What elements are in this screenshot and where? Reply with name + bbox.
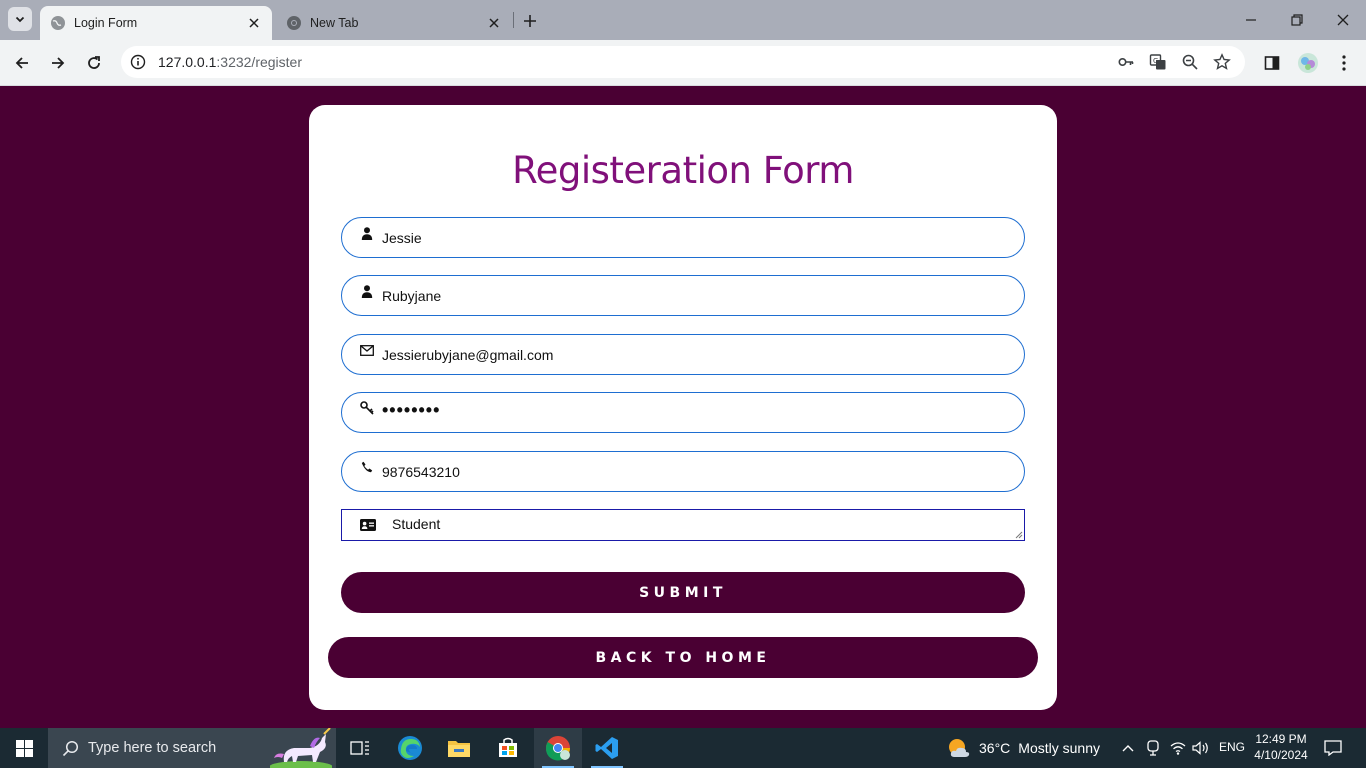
phone-icon [360,460,374,474]
page-title: Registeration Form [512,149,854,192]
windows-taskbar: Type here to search 36°C Mostly sunny EN… [0,728,1366,768]
password-masked-value: •••••••• [382,400,441,420]
close-tab-icon[interactable] [484,13,504,33]
windows-start-icon[interactable] [0,728,48,768]
system-clock[interactable]: 12:49 PM 4/10/2024 [1252,731,1310,763]
wifi-icon[interactable] [1168,738,1188,758]
speaker-icon[interactable] [1191,738,1211,758]
id-card-icon [360,518,376,532]
profile-avatar-icon[interactable] [1296,51,1320,75]
back-arrow-icon[interactable] [6,47,38,79]
zoom-icon[interactable] [1180,52,1200,72]
phone-value: 9876543210 [382,464,460,480]
tab-new-tab[interactable]: New Tab [276,6,512,40]
user-icon [360,226,374,240]
password-field[interactable]: •••••••• [341,392,1025,433]
taskbar-search-box[interactable]: Type here to search [48,728,336,768]
envelope-icon [360,343,374,357]
site-info-icon[interactable] [122,46,154,78]
search-placeholder: Type here to search [88,740,217,756]
tab-login-form[interactable]: Login Form [40,6,272,40]
microsoft-store-icon[interactable] [484,728,532,768]
clock-time: 12:49 PM [1255,732,1307,746]
phone-field[interactable]: 9876543210 [341,451,1025,492]
close-window-icon[interactable] [1320,0,1366,40]
clock-date: 4/10/2024 [1254,748,1308,762]
key-icon[interactable] [1116,52,1136,72]
weather-widget[interactable]: 36°C Mostly sunny [946,728,1100,768]
tab-label: Login Form [74,16,138,30]
role-value: Student [392,516,441,532]
notification-icon[interactable] [1322,738,1344,758]
new-tab-plus-icon[interactable] [518,9,542,33]
role-textarea[interactable]: Student [341,509,1025,541]
tab-separator [513,12,514,28]
edge-icon[interactable] [386,728,434,768]
globe-icon [50,15,66,31]
browser-toolbar: 127.0.0.1:3232/register G [0,40,1366,86]
url-path: :3232/register [216,54,302,70]
forward-arrow-icon[interactable] [42,47,74,79]
key-icon [360,401,374,415]
email-value: Jessierubyjane@gmail.com [382,347,554,363]
url-text: 127.0.0.1:3232/register [158,54,302,70]
restore-icon[interactable] [1274,0,1320,40]
chrome-taskbar-icon[interactable] [534,728,582,768]
browser-tab-bar: Login Form New Tab [0,0,1366,40]
unicorn-doodle-icon [270,728,332,768]
tab-label: New Tab [310,16,359,30]
meet-now-icon[interactable] [1143,738,1163,758]
submit-button[interactable]: SUBMIT [341,572,1025,613]
back-to-home-button[interactable]: BACK TO HOME [328,637,1038,678]
tab-search-chevron-icon[interactable] [8,7,32,31]
chrome-icon [286,15,302,31]
translate-icon[interactable]: G [1148,52,1168,72]
address-bar[interactable]: 127.0.0.1:3232/register G [121,46,1245,78]
language-indicator[interactable]: ENG [1219,740,1245,754]
task-view-icon[interactable] [336,728,384,768]
bookmark-star-icon[interactable] [1212,52,1232,72]
url-host: 127.0.0.1 [158,54,217,70]
file-explorer-icon[interactable] [435,728,483,768]
sun-cloud-icon [949,739,970,757]
menu-kebab-icon[interactable] [1332,51,1356,75]
reload-icon[interactable] [78,47,110,79]
svg-text:G: G [1153,57,1158,65]
last-name-value: Rubyjane [382,288,442,304]
registration-card: Registeration Form Jessie Rubyjane Jessi… [309,105,1057,710]
side-panel-icon[interactable] [1260,51,1284,75]
search-icon [60,738,80,758]
email-field[interactable]: Jessierubyjane@gmail.com [341,334,1025,375]
vscode-icon[interactable] [583,728,631,768]
user-icon [360,284,374,298]
weather-condition: Mostly sunny [1018,740,1100,756]
chevron-up-icon[interactable] [1118,738,1138,758]
first-name-value: Jessie [382,230,422,246]
last-name-field[interactable]: Rubyjane [341,275,1025,316]
minimize-icon[interactable] [1228,0,1274,40]
weather-temperature: 36°C [979,740,1011,756]
first-name-field[interactable]: Jessie [341,217,1025,258]
resize-grip-icon[interactable] [1015,531,1023,539]
close-tab-icon[interactable] [244,13,264,33]
